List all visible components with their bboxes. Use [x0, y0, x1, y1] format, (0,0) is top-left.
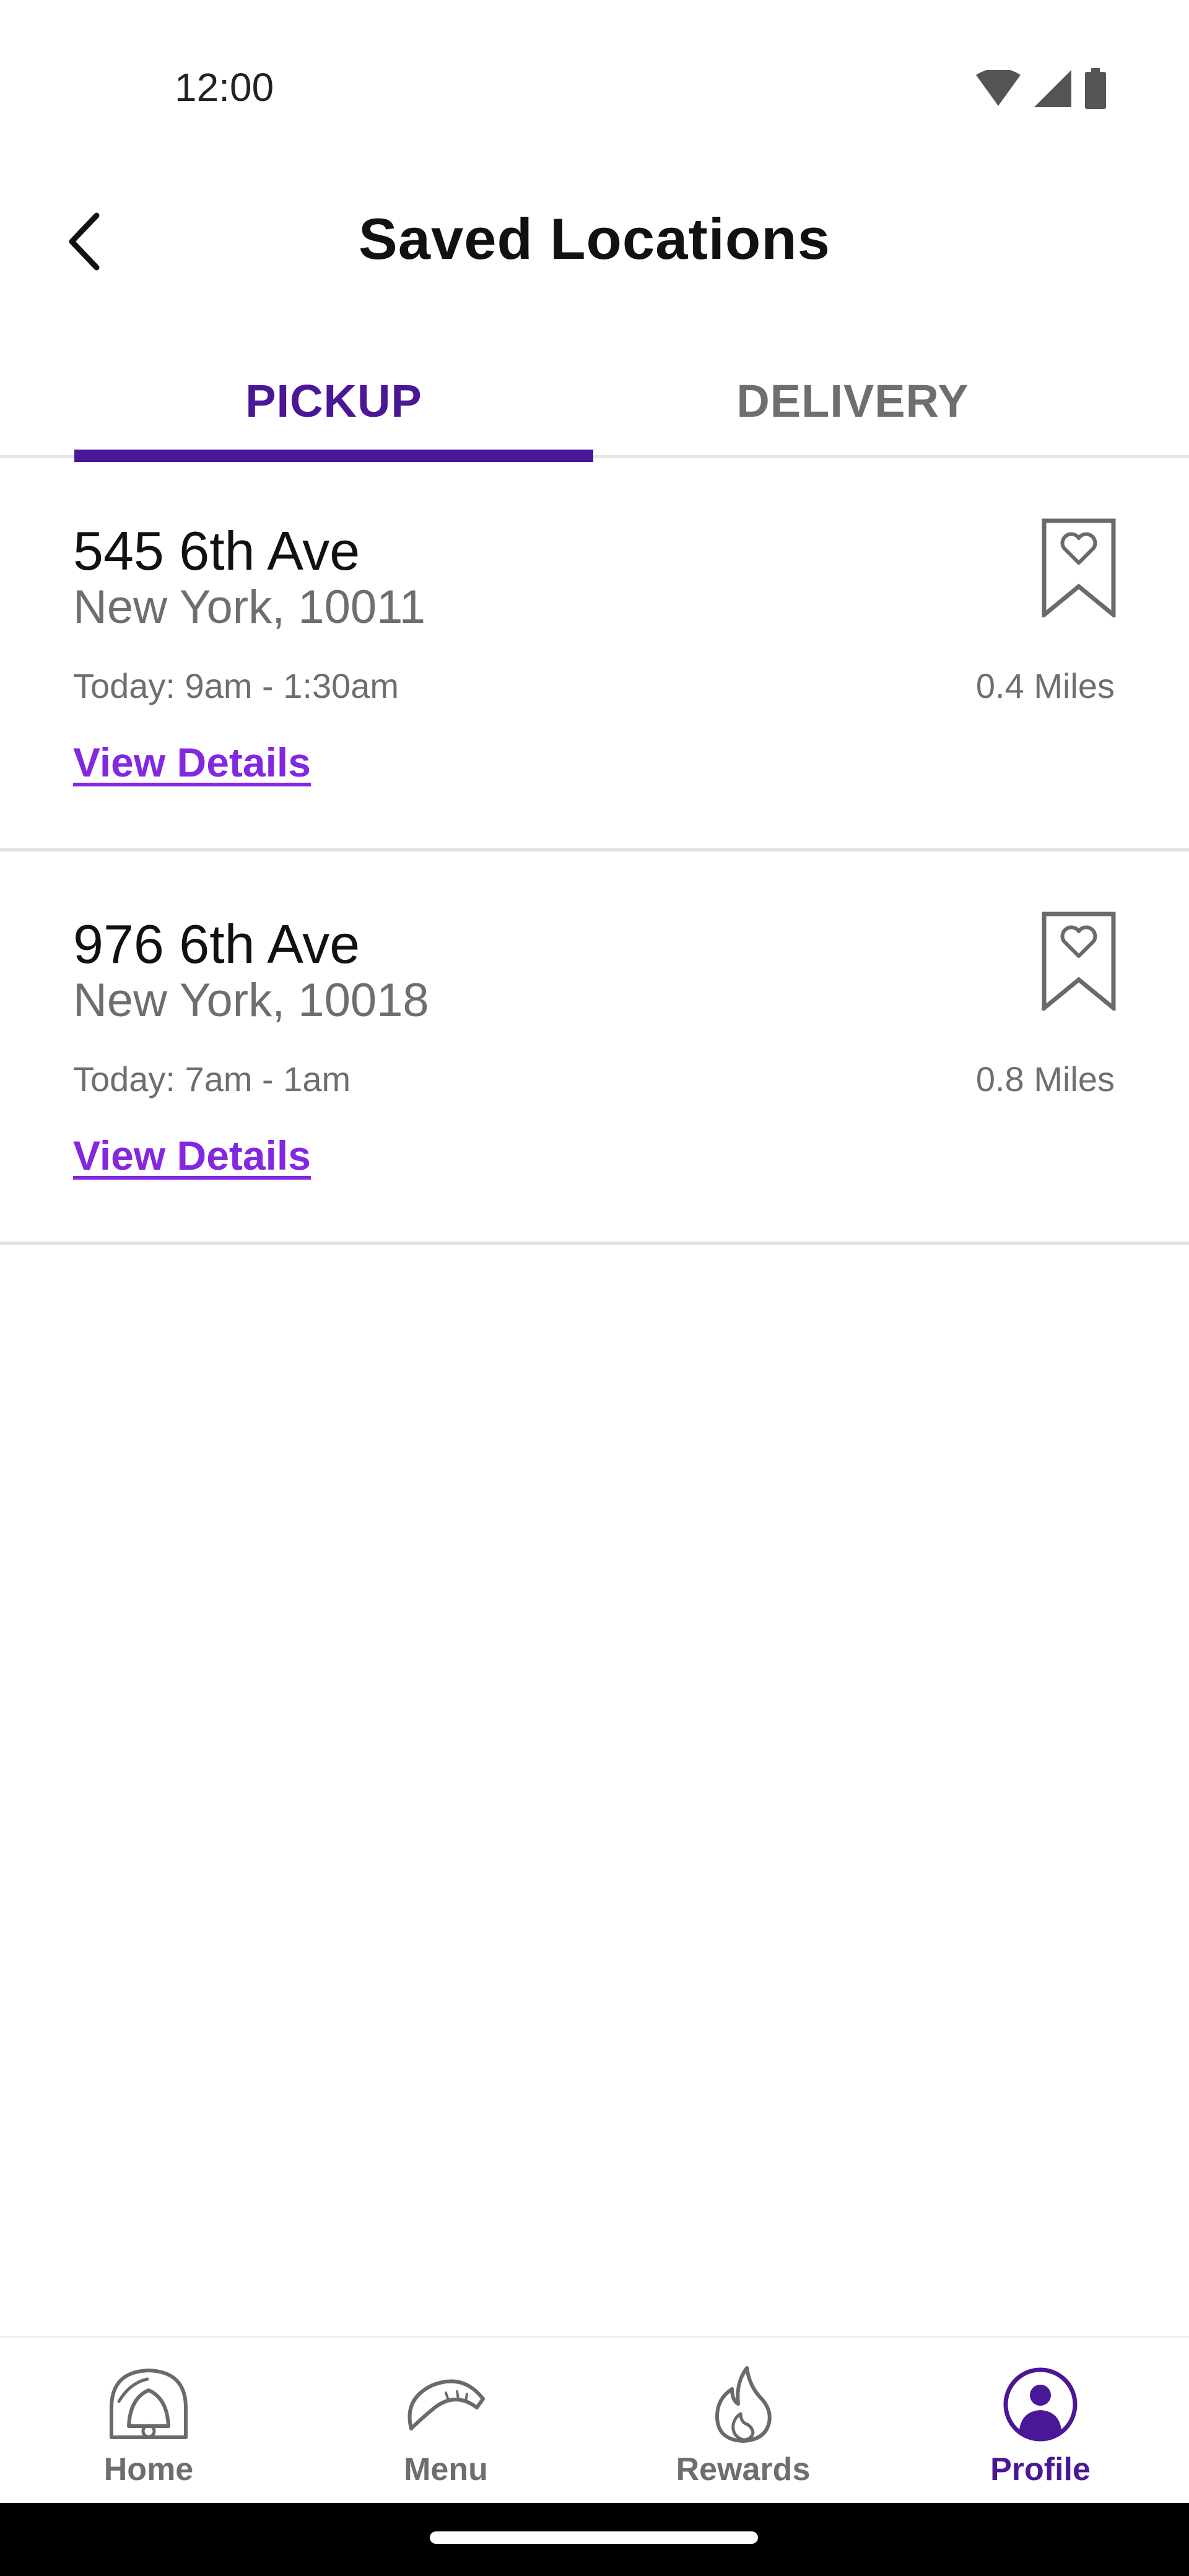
system-navigation-bar [0, 2503, 1189, 2576]
saved-location-card: 545 6th Ave New York, 10011 Today: 9am -… [0, 461, 1189, 851]
home-gesture-handle[interactable] [430, 2531, 758, 2544]
taco-bell-icon [110, 2369, 188, 2439]
top-app-bar: Saved Locations [0, 180, 1189, 297]
nav-item-rewards[interactable]: Rewards [594, 2338, 892, 2503]
bottom-navigation: Home Menu Rewards Profile [0, 2336, 1189, 2503]
tab-pickup[interactable]: PICKUP [74, 347, 593, 455]
location-distance: 0.8 Miles [975, 1060, 1115, 1099]
wifi-icon [976, 70, 1021, 106]
view-details-link[interactable]: View Details [73, 1132, 311, 1179]
location-street: 976 6th Ave [73, 913, 360, 975]
location-hours: Today: 7am - 1am [73, 1060, 351, 1099]
profile-icon [1003, 2367, 1078, 2442]
status-time: 12:00 [175, 65, 274, 110]
nav-label-rewards: Rewards [676, 2452, 811, 2487]
nav-item-menu[interactable]: Menu [297, 2338, 594, 2503]
view-details-link[interactable]: View Details [73, 739, 311, 786]
bookmark-heart-icon[interactable] [1042, 518, 1116, 617]
location-city-zip: New York, 10011 [73, 581, 425, 633]
taco-icon [407, 2379, 485, 2430]
tab-delivery[interactable]: DELIVERY [593, 347, 1112, 455]
nav-label-profile: Profile [990, 2452, 1091, 2487]
flame-icon [715, 2366, 772, 2443]
status-icons [976, 68, 1106, 109]
active-tab-indicator [74, 450, 593, 462]
status-bar: 12:00 [0, 0, 1189, 180]
nav-item-profile[interactable]: Profile [892, 2338, 1189, 2503]
bookmark-heart-icon[interactable] [1042, 912, 1116, 1011]
location-hours: Today: 9am - 1:30am [73, 666, 399, 705]
cellular-signal-icon [1034, 70, 1071, 107]
nav-label-menu: Menu [404, 2452, 488, 2487]
page-title: Saved Locations [359, 206, 830, 271]
nav-label-home: Home [103, 2452, 194, 2487]
nav-item-home[interactable]: Home [0, 2338, 297, 2503]
location-city-zip: New York, 10018 [73, 974, 429, 1027]
saved-location-card: 976 6th Ave New York, 10018 Today: 7am -… [0, 855, 1189, 1245]
app-screen: 12:00 Saved Locations PICKUP DELIVERY 54… [0, 0, 1189, 2576]
location-type-tabs: PICKUP DELIVERY [0, 347, 1189, 458]
location-distance: 0.4 Miles [975, 666, 1115, 705]
battery-icon [1085, 68, 1106, 109]
location-street: 545 6th Ave [73, 520, 360, 581]
